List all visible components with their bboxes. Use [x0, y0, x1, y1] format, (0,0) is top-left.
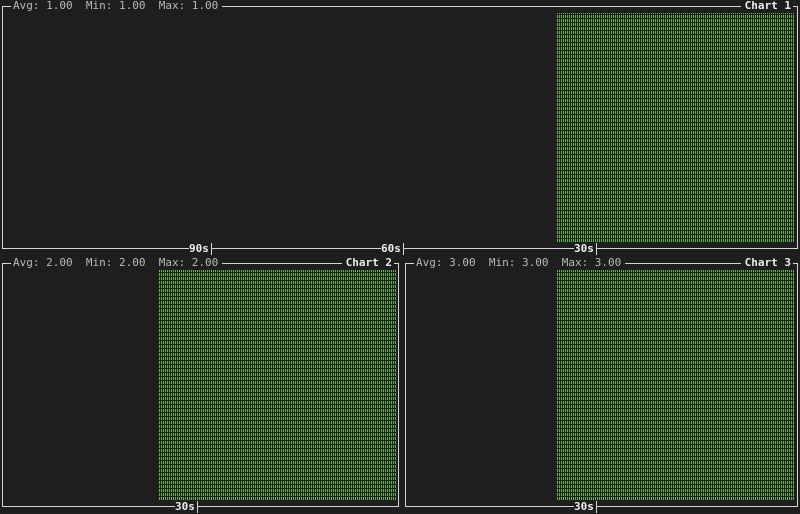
chart-1-tick-60s: 60s — [381, 242, 404, 256]
chart-2-tick-30s: 30s — [175, 500, 198, 514]
chart-3-title: Chart 3 — [740, 256, 793, 270]
chart-2-panel: Avg: 2.00 Min: 2.00 Max: 2.00 Chart 2 30… — [2, 256, 399, 514]
chart-3-panel: Avg: 3.00 Min: 3.00 Max: 3.00 Chart 3 30… — [405, 256, 798, 514]
chart-3-tick-30s: 30s — [574, 500, 597, 514]
chart-1-tick-30s: 30s — [574, 242, 597, 256]
chart-1-tick-90s: 90s — [189, 242, 212, 256]
chart-2-title: Chart 2 — [341, 256, 394, 270]
chart-3-stats: Avg: 3.00 Min: 3.00 Max: 3.00 — [414, 256, 626, 270]
chart-1-title: Chart 1 — [740, 0, 793, 13]
chart-2-time-axis: 30s — [3, 500, 398, 514]
chart-1-time-axis: 90s 60s 30s — [3, 242, 797, 256]
chart-1-stats: Avg: 1.00 Min: 1.00 Max: 1.00 — [11, 0, 223, 13]
chart-1-panel: Avg: 1.00 Min: 1.00 Max: 1.00 Chart 1 90… — [2, 0, 798, 256]
chart-3-data-fill — [557, 270, 795, 500]
chart-1-data-fill — [557, 13, 795, 242]
chart-2-data-fill — [159, 270, 396, 500]
chart-2-stats: Avg: 2.00 Min: 2.00 Max: 2.00 — [11, 256, 223, 270]
chart-3-time-axis: 30s — [406, 500, 797, 514]
